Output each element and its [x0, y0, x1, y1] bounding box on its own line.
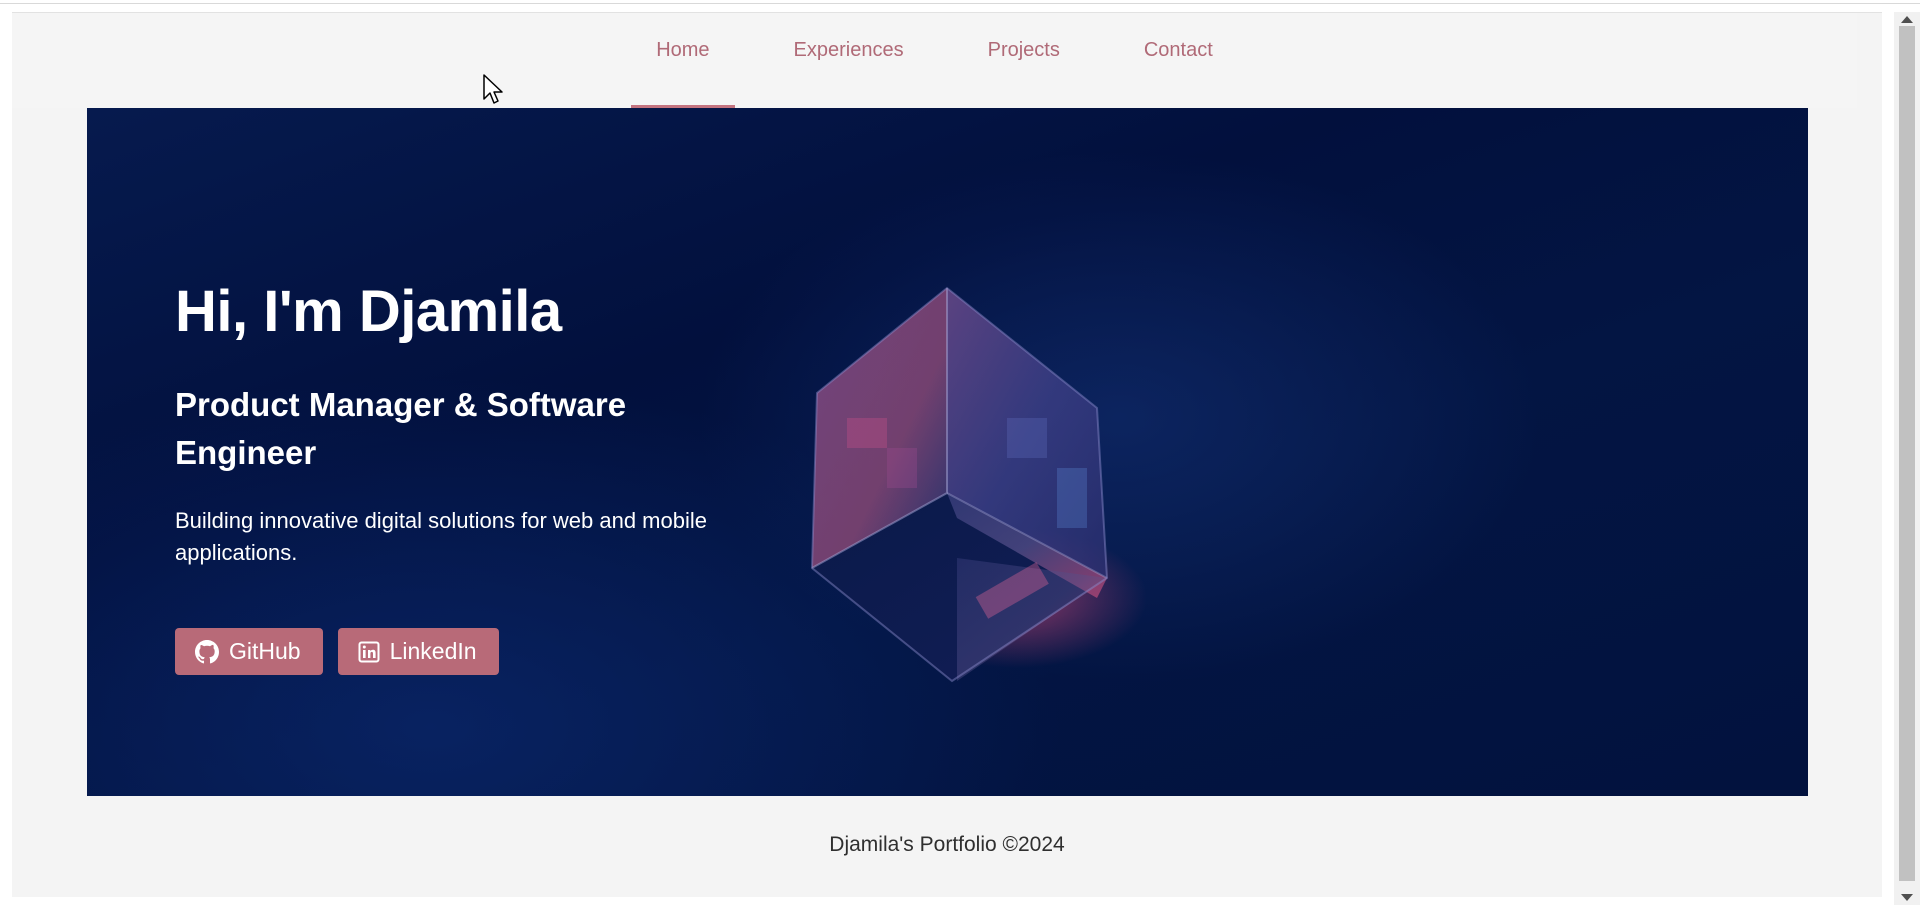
glass-cube-image — [810, 286, 1147, 683]
nav-item-experiences[interactable]: Experiences — [769, 13, 929, 108]
hero-section: Hi, I'm Djamila Product Manager & Softwa… — [87, 108, 1808, 796]
page-footer: Djamila's Portfolio ©2024 — [829, 833, 1065, 856]
window-top-border — [0, 0, 1920, 4]
nav-item-projects[interactable]: Projects — [963, 13, 1085, 108]
nav-item-label: Contact — [1143, 39, 1213, 61]
nav-item-label: Experiences — [793, 39, 904, 61]
nav-item-label: Home — [656, 39, 710, 61]
mouse-cursor-icon — [483, 74, 503, 104]
github-button[interactable]: GitHub — [175, 628, 323, 675]
nav-item-contact[interactable]: Contact — [1119, 13, 1238, 108]
vertical-scrollbar[interactable] — [1894, 12, 1920, 905]
scroll-up-icon[interactable] — [1901, 16, 1913, 23]
linkedin-button-label: LinkedIn — [389, 638, 477, 664]
hero-subtitle: Product Manager & Software Engineer — [175, 386, 627, 471]
page-viewport: Home Experiences Projects Contact Hi, I'… — [12, 12, 1882, 897]
github-button-label: GitHub — [229, 638, 301, 664]
linkedin-icon — [358, 641, 380, 663]
scroll-down-icon[interactable] — [1901, 894, 1913, 901]
top-navigation: Home Experiences Projects Contact — [12, 13, 1857, 108]
hero-title: Hi, I'm Djamila — [175, 279, 562, 344]
nav-item-label: Projects — [987, 39, 1060, 61]
hero-description: Building innovative digital solutions fo… — [175, 508, 707, 565]
nav-item-home[interactable]: Home — [631, 13, 735, 108]
scrollbar-thumb[interactable] — [1899, 26, 1915, 881]
github-icon — [195, 639, 219, 664]
linkedin-button[interactable]: LinkedIn — [337, 628, 499, 675]
social-buttons: GitHub LinkedIn — [175, 628, 499, 675]
